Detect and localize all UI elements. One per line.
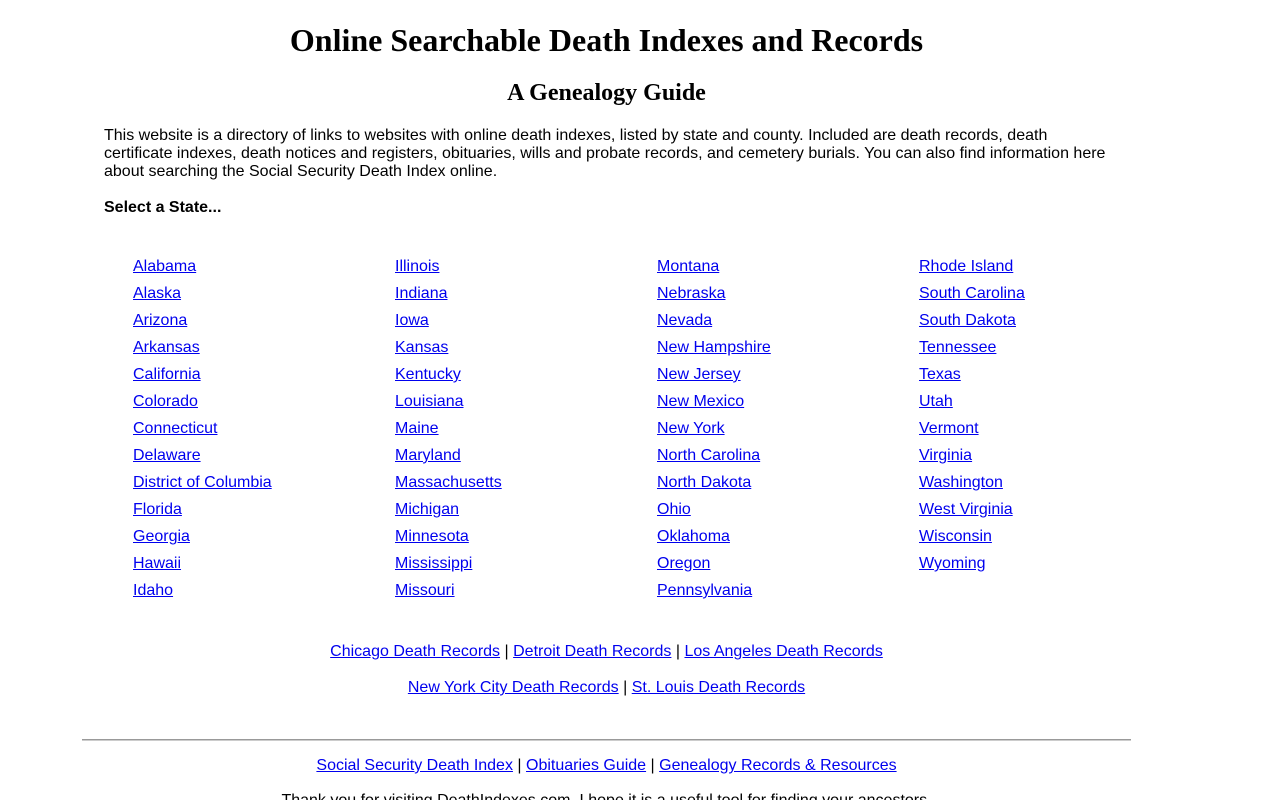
state-link-tennessee[interactable]: Tennessee <box>919 339 1181 366</box>
intro-paragraph: This website is a directory of links to … <box>104 127 1106 180</box>
link-separator: | <box>517 757 522 774</box>
city-link-los-angeles-death-records[interactable]: Los Angeles Death Records <box>684 643 882 660</box>
state-link-nevada[interactable]: Nevada <box>657 312 919 339</box>
city-links-row-2: New York City Death Records | St. Louis … <box>0 679 1213 697</box>
state-link-iowa[interactable]: Iowa <box>395 312 657 339</box>
footer-link-obituaries-guide[interactable]: Obituaries Guide <box>526 757 646 774</box>
state-link-arizona[interactable]: Arizona <box>133 312 395 339</box>
state-link-massachusetts[interactable]: Massachusetts <box>395 474 657 501</box>
state-link-connecticut[interactable]: Connecticut <box>133 420 395 447</box>
city-link-chicago-death-records[interactable]: Chicago Death Records <box>330 643 500 660</box>
state-link-new-jersey[interactable]: New Jersey <box>657 366 919 393</box>
state-link-texas[interactable]: Texas <box>919 366 1181 393</box>
state-link-missouri[interactable]: Missouri <box>395 582 657 609</box>
state-column-1: Alabama Alaska Arizona Arkansas California Co… <box>133 258 395 609</box>
state-link-michigan[interactable]: Michigan <box>395 501 657 528</box>
state-link-south-carolina[interactable]: South Carolina <box>919 285 1181 312</box>
footer-divider <box>82 739 1131 741</box>
state-link-washington[interactable]: Washington <box>919 474 1181 501</box>
state-link-montana[interactable]: Montana <box>657 258 919 285</box>
link-separator: | <box>650 757 655 774</box>
state-link-new-york[interactable]: New York <box>657 420 919 447</box>
city-links-row-1: Chicago Death Records | Detroit Death Re… <box>0 643 1213 661</box>
state-link-delaware[interactable]: Delaware <box>133 447 395 474</box>
state-link-maine[interactable]: Maine <box>395 420 657 447</box>
page-title: Online Searchable Death Indexes and Reco… <box>289 22 924 58</box>
link-separator: | <box>675 643 681 660</box>
state-link-new-hampshire[interactable]: New Hampshire <box>657 339 919 366</box>
state-link-alaska[interactable]: Alaska <box>133 285 395 312</box>
state-column-4: Rhode Island South Carolina South Dakota Te… <box>919 258 1181 609</box>
state-link-indiana[interactable]: Indiana <box>395 285 657 312</box>
state-link-wisconsin[interactable]: Wisconsin <box>919 528 1181 555</box>
thank-you-message: Thank you for visiting DeathIndexes.com.… <box>0 792 1213 800</box>
state-link-wyoming[interactable]: Wyoming <box>919 555 1181 582</box>
state-link-illinois[interactable]: Illinois <box>395 258 657 285</box>
state-link-mississippi[interactable]: Mississippi <box>395 555 657 582</box>
state-link-maryland[interactable]: Maryland <box>395 447 657 474</box>
state-link-virginia[interactable]: Virginia <box>919 447 1181 474</box>
state-column-2: Illinois Indiana Iowa Kansas Kentucky Louisia… <box>395 258 657 609</box>
state-link-oklahoma[interactable]: Oklahoma <box>657 528 919 555</box>
state-link-new-mexico[interactable]: New Mexico <box>657 393 919 420</box>
state-link-idaho[interactable]: Idaho <box>133 582 395 609</box>
state-link-north-carolina[interactable]: North Carolina <box>657 447 919 474</box>
state-link-louisiana[interactable]: Louisiana <box>395 393 657 420</box>
state-link-west-virginia[interactable]: West Virginia <box>919 501 1181 528</box>
state-link-minnesota[interactable]: Minnesota <box>395 528 657 555</box>
state-link-kansas[interactable]: Kansas <box>395 339 657 366</box>
link-separator: | <box>623 679 628 696</box>
state-link-hawaii[interactable]: Hawaii <box>133 555 395 582</box>
state-link-kentucky[interactable]: Kentucky <box>395 366 657 393</box>
state-link-grid: Alabama Alaska Arizona Arkansas California Co… <box>133 258 1181 609</box>
state-link-south-dakota[interactable]: South Dakota <box>919 312 1181 339</box>
state-link-vermont[interactable]: Vermont <box>919 420 1181 447</box>
state-link-utah[interactable]: Utah <box>919 393 1181 420</box>
state-link-georgia[interactable]: Georgia <box>133 528 395 555</box>
state-link-pennsylvania[interactable]: Pennsylvania <box>657 582 919 609</box>
state-link-nebraska[interactable]: Nebraska <box>657 285 919 312</box>
state-link-florida[interactable]: Florida <box>133 501 395 528</box>
state-link-arkansas[interactable]: Arkansas <box>133 339 395 366</box>
select-state-label: Select a State... <box>104 199 222 216</box>
city-link-st-louis-death-records[interactable]: St. Louis Death Records <box>632 679 805 696</box>
footer-link-genealogy-records-resources[interactable]: Genealogy Records & Resources <box>659 757 896 774</box>
state-link-california[interactable]: California <box>133 366 395 393</box>
footer-link-social-security-death-index[interactable]: Social Security Death Index <box>316 757 513 774</box>
state-column-3: Montana Nebraska Nevada New Hampshire New Je… <box>657 258 919 609</box>
city-link-detroit-death-records[interactable]: Detroit Death Records <box>513 643 671 660</box>
state-link-ohio[interactable]: Ohio <box>657 501 919 528</box>
city-link-new-york-city-death-records[interactable]: New York City Death Records <box>408 679 619 696</box>
state-link-oregon[interactable]: Oregon <box>657 555 919 582</box>
state-link-rhode-island[interactable]: Rhode Island <box>919 258 1181 285</box>
footer-links: Social Security Death Index | Obituaries… <box>0 757 1213 775</box>
state-link-district-of-columbia[interactable]: District of Columbia <box>133 474 395 501</box>
state-link-colorado[interactable]: Colorado <box>133 393 395 420</box>
page-subtitle: A Genealogy Guide <box>507 80 706 106</box>
state-link-alabama[interactable]: Alabama <box>133 258 395 285</box>
link-separator: | <box>504 643 509 660</box>
state-link-north-dakota[interactable]: North Dakota <box>657 474 919 501</box>
